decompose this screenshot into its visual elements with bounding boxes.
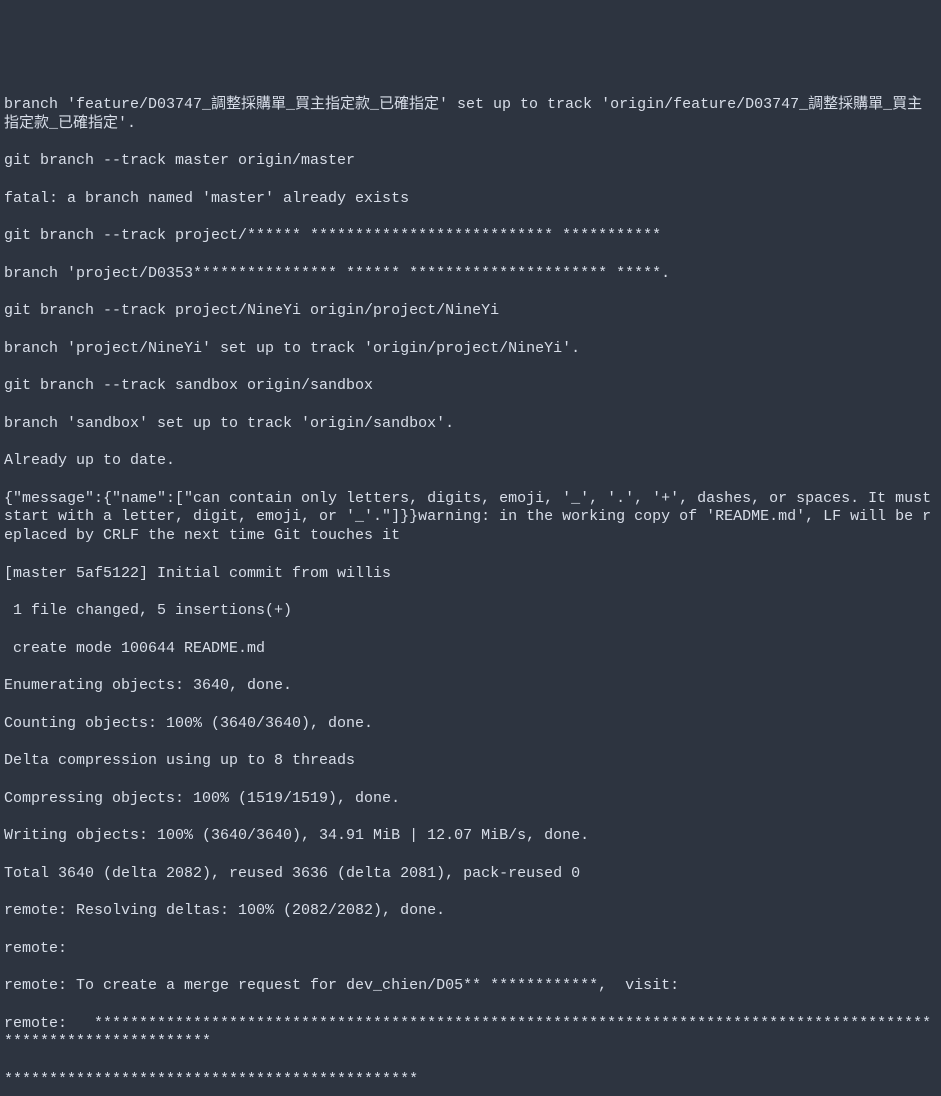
terminal-line: git branch --track project/NineYi origin… <box>4 302 937 321</box>
terminal-line: 1 file changed, 5 insertions(+) <box>4 602 937 621</box>
terminal-line: branch 'project/D0353**************** **… <box>4 265 937 284</box>
terminal-line: Writing objects: 100% (3640/3640), 34.91… <box>4 827 937 846</box>
terminal-line: git branch --track sandbox origin/sandbo… <box>4 377 937 396</box>
terminal-line: remote: To create a merge request for de… <box>4 977 937 996</box>
terminal-line: remote: Resolving deltas: 100% (2082/208… <box>4 902 937 921</box>
terminal-line: Already up to date. <box>4 452 937 471</box>
terminal-line: branch 'sandbox' set up to track 'origin… <box>4 415 937 434</box>
terminal-line: git branch --track project/****** ******… <box>4 227 937 246</box>
terminal-output: branch 'feature/D03747_調整採購單_買主指定款_已確指定'… <box>4 77 937 1096</box>
terminal-line: git branch --track master origin/master <box>4 152 937 171</box>
terminal-line: remote: ********************************… <box>4 1015 937 1053</box>
terminal-line: Compressing objects: 100% (1519/1519), d… <box>4 790 937 809</box>
terminal-line: branch 'feature/D03747_調整採購單_買主指定款_已確指定'… <box>4 96 937 134</box>
terminal-line: branch 'project/NineYi' set up to track … <box>4 340 937 359</box>
terminal-line: {"message":{"name":["can contain only le… <box>4 490 937 546</box>
terminal-line: Enumerating objects: 3640, done. <box>4 677 937 696</box>
terminal-line: create mode 100644 README.md <box>4 640 937 659</box>
terminal-line: Delta compression using up to 8 threads <box>4 752 937 771</box>
terminal-line: Counting objects: 100% (3640/3640), done… <box>4 715 937 734</box>
terminal-line: remote: <box>4 940 937 959</box>
terminal-line: ****************************************… <box>4 1071 937 1090</box>
terminal-line: [master 5af5122] Initial commit from wil… <box>4 565 937 584</box>
terminal-line: Total 3640 (delta 2082), reused 3636 (de… <box>4 865 937 884</box>
terminal-line: fatal: a branch named 'master' already e… <box>4 190 937 209</box>
